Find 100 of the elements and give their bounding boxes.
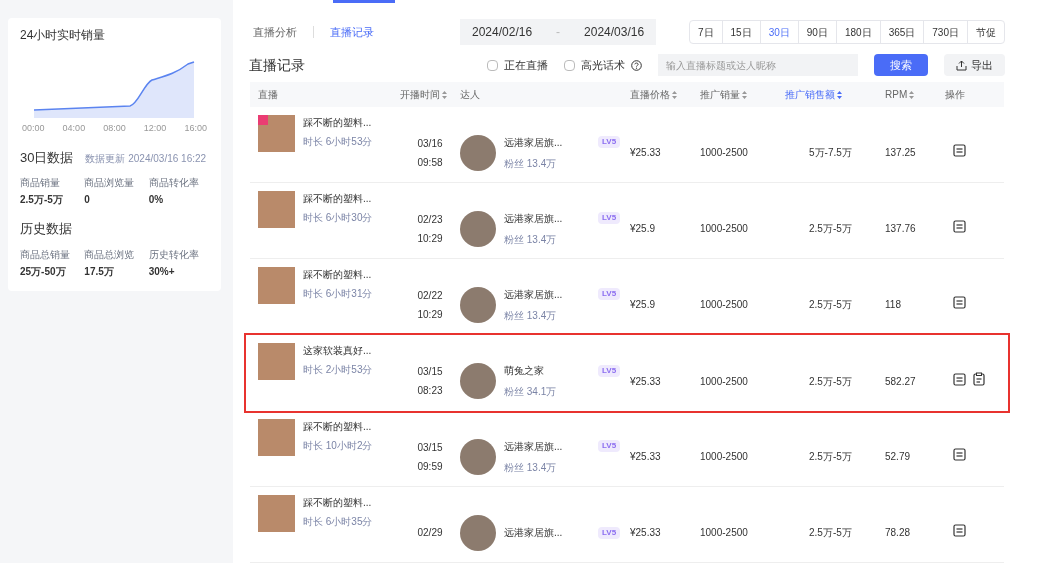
start-date: 02/23 — [417, 212, 443, 227]
export-button[interactable]: 导出 — [944, 54, 1005, 76]
duration: 时长 6小时30分 — [303, 211, 373, 225]
column-header[interactable]: RPM — [885, 87, 908, 102]
live-title[interactable]: 踩不断的塑料... — [303, 495, 373, 510]
start-date: 02/29 — [417, 526, 443, 540]
rpm-value: 118 — [885, 298, 902, 312]
period-button[interactable]: 180日 — [835, 21, 880, 43]
search-field[interactable]: 输入直播标题或达人昵称 — [658, 54, 858, 76]
document-icon[interactable] — [953, 448, 966, 461]
section-heading: 30日数据 — [20, 148, 74, 167]
sort-icon[interactable] — [837, 90, 842, 99]
period-button[interactable]: 730日 — [923, 21, 967, 43]
revenue-range: 2.5万-5万 — [808, 526, 853, 540]
sales-range: 1000-2500 — [700, 450, 749, 464]
export-icon — [956, 59, 967, 71]
help-icon[interactable] — [631, 59, 642, 71]
period-button[interactable]: 30日 — [759, 21, 798, 43]
axis-label: 16:00 — [184, 122, 207, 135]
live-title[interactable]: 踩不断的塑料... — [303, 191, 373, 206]
revenue-range: 2.5万-5万 — [808, 374, 853, 389]
checkbox-label: 正在直播 — [504, 57, 548, 73]
document-icon[interactable] — [953, 372, 966, 386]
stat-label: 商品总销量 — [20, 247, 71, 262]
column-header: 达人 — [460, 88, 481, 102]
level-badge: LV5 — [598, 364, 621, 377]
section-title: 直播记录 — [249, 55, 305, 75]
period-button[interactable]: 节促 — [967, 21, 1004, 43]
rpm-value: 137.25 — [885, 146, 917, 160]
axis-label: 12:00 — [143, 122, 167, 135]
tab[interactable]: 直播分析 — [249, 23, 301, 41]
start-time: 09:58 — [417, 155, 443, 170]
sort-icon[interactable] — [672, 90, 677, 99]
streamer-name[interactable]: 远港家居旗... — [504, 438, 590, 454]
live-title[interactable]: 这家软装真好... — [303, 343, 373, 358]
start-date: 02/22 — [417, 288, 443, 303]
rpm-value: 137.76 — [885, 222, 917, 236]
column-header[interactable]: 开播时间 — [400, 87, 440, 102]
document-icon[interactable] — [953, 296, 966, 309]
rpm-value: 78.28 — [885, 526, 912, 540]
sort-icon[interactable] — [909, 90, 915, 99]
start-time: 10:29 — [417, 231, 443, 246]
period-button[interactable]: 15日 — [721, 21, 760, 43]
duration: 时长 2小时53分 — [303, 363, 373, 377]
fans-count: 粉丝 13.4万 — [504, 232, 558, 247]
document-icon[interactable] — [953, 220, 966, 233]
streamer-name[interactable]: 远港家居旗... — [504, 134, 590, 150]
checkbox[interactable] — [487, 59, 498, 71]
streamer-name[interactable]: 萌兔之家 — [504, 363, 590, 378]
rpm-value: 582.27 — [885, 374, 917, 389]
level-badge: LV5 — [598, 288, 621, 300]
level-badge: LV5 — [598, 526, 621, 539]
streamer-name[interactable]: 远港家居旗... — [504, 210, 590, 226]
live-title[interactable]: 踩不断的塑料... — [303, 419, 373, 434]
duration: 时长 10小时2分 — [303, 439, 373, 453]
replay-badge-icon — [258, 115, 268, 125]
start-date: 03/15 — [417, 440, 443, 455]
column-header[interactable]: 推广销售额 — [785, 87, 835, 102]
stat-label: 商品浏览量 — [84, 176, 136, 190]
stat-value: 25万-50万 — [20, 264, 67, 279]
duration: 时长 6小时31分 — [303, 287, 373, 301]
column-header[interactable]: 推广销量 — [700, 87, 740, 102]
start-time: 10:29 — [417, 307, 443, 322]
date-range-field[interactable]: 2024/02/16 - 2024/03/16 — [460, 19, 657, 45]
period-button[interactable]: 7日 — [690, 21, 722, 43]
update-time: 数据更新 2024/03/16 16:22 — [85, 151, 207, 166]
start-time: 09:59 — [417, 459, 443, 474]
sort-icon[interactable] — [742, 90, 747, 99]
tab-indicator — [333, 0, 395, 3]
fans-count: 粉丝 13.4万 — [504, 308, 558, 323]
price: ¥25.33 — [630, 146, 662, 160]
stat-value: 2.5万-5万 — [20, 193, 64, 207]
streamer-name[interactable]: 远港家居旗... — [504, 286, 590, 302]
level-badge: LV5 — [598, 212, 621, 224]
level-badge: LV5 — [598, 440, 621, 452]
axis-label: 04:00 — [62, 122, 86, 135]
document-icon[interactable] — [953, 144, 966, 157]
column-header[interactable]: 直播价格 — [630, 87, 670, 102]
sort-icon[interactable] — [442, 90, 447, 99]
period-button[interactable]: 90日 — [797, 21, 836, 43]
clipboard-icon[interactable] — [972, 372, 986, 386]
live-title[interactable]: 踩不断的塑料... — [303, 115, 373, 130]
axis-label: 00:00 — [22, 122, 45, 135]
document-icon[interactable] — [953, 524, 966, 537]
section-heading: 历史数据 — [20, 220, 72, 238]
sales-range: 1000-2500 — [700, 526, 749, 540]
period-button[interactable]: 365日 — [879, 21, 924, 43]
revenue-range: 2.5万-5万 — [808, 298, 853, 312]
streamer-name[interactable]: 远港家居旗... — [504, 525, 590, 540]
level-badge: LV5 — [598, 136, 621, 148]
sales-range: 1000-2500 — [700, 146, 749, 160]
revenue-range: 2.5万-5万 — [808, 450, 853, 464]
start-date: 03/16 — [417, 136, 443, 151]
revenue-range: 5万-7.5万 — [808, 146, 853, 160]
tab[interactable]: 直播记录 — [326, 23, 378, 41]
price: ¥25.9 — [630, 222, 657, 236]
live-title[interactable]: 踩不断的塑料... — [303, 267, 373, 282]
checkbox[interactable] — [564, 59, 575, 71]
search-button[interactable]: 搜索 — [874, 54, 928, 76]
axis-label: 08:00 — [103, 122, 126, 135]
